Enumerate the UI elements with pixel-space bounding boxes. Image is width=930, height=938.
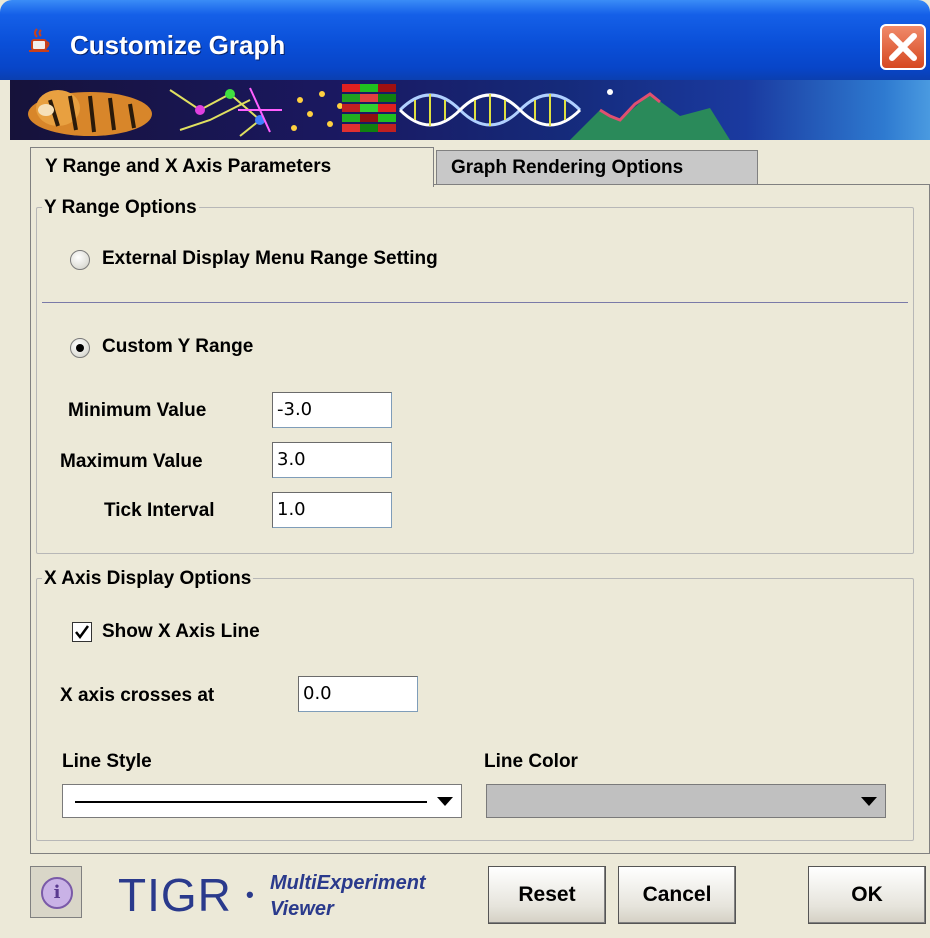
window-title: Customize Graph [70, 30, 286, 60]
tick-interval-label: Tick Interval [104, 500, 215, 521]
tigr-logo-sub1: MultiExperiment [270, 872, 426, 894]
line-color-select[interactable] [486, 784, 886, 818]
line-style-select[interactable] [62, 784, 462, 818]
java-coffee-icon [29, 28, 50, 52]
tigr-logo-text: TIGR [118, 869, 232, 921]
ok-button[interactable]: OK [808, 866, 926, 924]
radio-selected-dot [76, 344, 84, 352]
custom-range-radio[interactable] [70, 338, 90, 358]
minimum-value-input[interactable]: -3.0 [272, 392, 392, 428]
y-range-legend: Y Range Options [42, 197, 199, 219]
tigr-logo-bullet: • [246, 882, 254, 907]
title-bar[interactable]: Customize Graph [0, 0, 930, 80]
y-range-separator [42, 302, 908, 303]
line-color-label: Line Color [484, 751, 578, 772]
chevron-down-icon [437, 797, 453, 806]
banner-image [10, 80, 930, 140]
tigr-banner-image [28, 84, 730, 140]
tab-y-range-x-axis[interactable]: Y Range and X Axis Parameters [30, 147, 434, 187]
external-range-radio[interactable] [70, 250, 90, 270]
close-icon [889, 33, 917, 61]
cancel-button[interactable]: Cancel [618, 866, 736, 924]
minimum-value-label: Minimum Value [68, 400, 207, 421]
tab-graph-rendering[interactable]: Graph Rendering Options [436, 150, 758, 185]
show-x-axis-checkbox[interactable] [72, 622, 92, 642]
close-button[interactable] [880, 24, 926, 70]
x-axis-crosses-label: X axis crosses at [60, 685, 215, 706]
custom-range-label[interactable]: Custom Y Range [102, 336, 253, 358]
line-style-label: Line Style [62, 751, 152, 772]
x-axis-legend: X Axis Display Options [42, 568, 254, 590]
info-icon: i [41, 877, 73, 909]
external-range-label[interactable]: External Display Menu Range Setting [102, 248, 438, 270]
chevron-down-icon [861, 797, 877, 806]
tigr-logo-sub2: Viewer [270, 898, 334, 920]
maximum-value-label: Maximum Value [60, 451, 203, 472]
info-button[interactable]: i [30, 866, 82, 918]
tick-interval-input[interactable]: 1.0 [272, 492, 392, 528]
show-x-axis-label[interactable]: Show X Axis Line [102, 621, 260, 643]
checkmark-icon [75, 625, 90, 640]
maximum-value-input[interactable]: 3.0 [272, 442, 392, 478]
line-style-preview [75, 801, 427, 803]
x-axis-crosses-input[interactable]: 0.0 [298, 676, 418, 712]
reset-button[interactable]: Reset [488, 866, 606, 924]
